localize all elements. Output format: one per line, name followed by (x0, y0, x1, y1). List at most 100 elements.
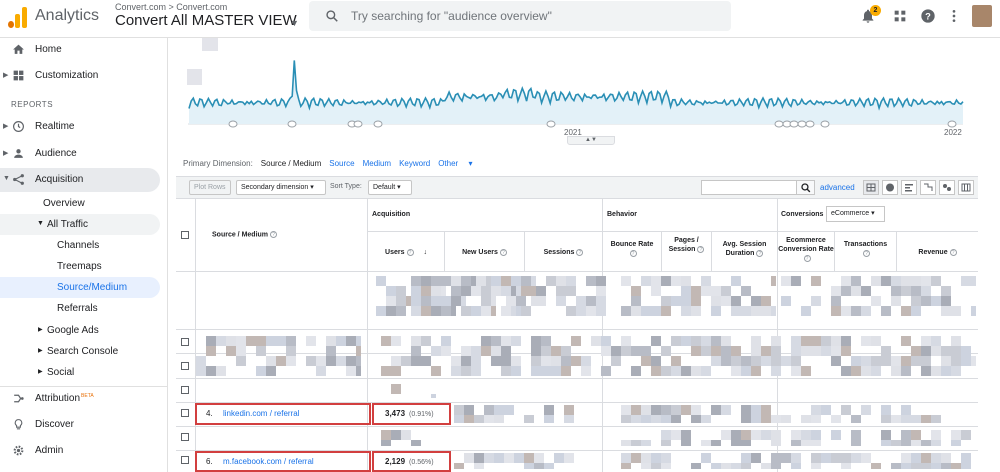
sidebar-item-realtime[interactable]: ▶ Realtime (0, 115, 160, 139)
column-header-users[interactable]: Users? ↓ (368, 248, 444, 257)
column-header-pages-session[interactable]: Pages / Session? (662, 236, 711, 254)
obscured-pixel (564, 415, 574, 423)
row-checkbox[interactable] (181, 456, 189, 464)
help-icon[interactable]: ? (863, 249, 870, 257)
sidebar-item-acquisition[interactable]: ▼ Acquisition (0, 168, 160, 192)
sidebar-item-treemaps[interactable]: Treemaps (0, 256, 160, 277)
sidebar-item-overview[interactable]: Overview (0, 193, 160, 214)
annotation-marker[interactable] (228, 120, 238, 128)
annotation-marker[interactable] (947, 120, 957, 128)
dimension-medium[interactable]: Medium (363, 159, 391, 168)
obscured-pixel (306, 356, 316, 366)
obscured-pixel (861, 306, 871, 316)
annotation-marker[interactable] (805, 120, 815, 128)
sidebar-item-referrals[interactable]: Referrals (0, 298, 160, 319)
annotation-marker[interactable] (287, 120, 297, 128)
column-header-ecommerce-conversion-rate[interactable]: Ecommerce Conversion Rate? (778, 236, 834, 263)
column-header-source-medium[interactable]: Source / Medium? (212, 231, 278, 238)
dimension-source[interactable]: Source (329, 159, 354, 168)
view-table-button[interactable] (863, 180, 879, 195)
column-header-sessions[interactable]: Sessions? (525, 248, 602, 257)
annotation-marker[interactable] (797, 120, 807, 128)
annotation-marker[interactable] (820, 120, 830, 128)
sidebar-item-discover[interactable]: Discover (0, 413, 160, 437)
plot-rows-button[interactable]: Plot Rows (189, 180, 231, 195)
annotation-marker[interactable] (774, 120, 784, 128)
account-breadcrumb[interactable]: Convert.com > Convert.com (115, 2, 227, 12)
help-icon[interactable]: ? (406, 248, 414, 256)
annotation-marker[interactable] (789, 120, 799, 128)
row-checkbox[interactable] (181, 362, 189, 370)
obscured-pixel (621, 346, 631, 356)
sidebar-item-search-console[interactable]: ▶ Search Console (0, 341, 160, 362)
help-icon[interactable]: ? (756, 249, 764, 257)
apps-grid-icon[interactable] (892, 8, 908, 24)
annotation-marker[interactable] (353, 120, 363, 128)
dimension-keyword[interactable]: Keyword (399, 159, 430, 168)
select-all-checkbox[interactable] (181, 231, 189, 239)
secondary-dimension-select[interactable]: Secondary dimension ▾ (236, 180, 326, 195)
sidebar-item-google-ads[interactable]: ▶ Google Ads (0, 320, 160, 341)
more-vert-icon[interactable] (946, 8, 962, 24)
row-checkbox[interactable] (181, 386, 189, 394)
sidebar-item-channels[interactable]: Channels (0, 235, 160, 256)
column-header-new-users[interactable]: New Users? (445, 248, 524, 257)
sidebar-item-attribution[interactable]: AttributionBETA (0, 387, 160, 411)
table-search-button[interactable] (796, 180, 815, 195)
help-icon[interactable]: ? (920, 8, 936, 24)
sidebar-item-customization[interactable]: ▶ Customization (0, 64, 160, 88)
obscured-pixel (451, 356, 461, 366)
advanced-filter-link[interactable]: advanced (820, 183, 855, 192)
sidebar-item-social[interactable]: ▶ Social (0, 362, 160, 383)
sidebar-item-admin[interactable]: Admin (0, 439, 160, 463)
obscured-pixel (651, 463, 661, 469)
column-header-revenue[interactable]: Revenue? (897, 248, 978, 257)
column-header-transactions[interactable]: Transactions? (835, 240, 896, 258)
help-icon[interactable]: ? (629, 249, 637, 257)
sessions-chart[interactable]: 2021 2022 (185, 38, 965, 145)
help-icon[interactable]: ? (499, 248, 507, 256)
view-performance-button[interactable] (901, 180, 917, 195)
chart-plot[interactable] (185, 40, 965, 135)
view-dropdown-caret-icon[interactable]: ▼ (290, 18, 299, 28)
obscured-pixel (821, 405, 831, 415)
obscured-pixel (641, 415, 651, 423)
conversions-goal-select[interactable]: eCommerce ▾ (826, 206, 885, 222)
table-filter-input[interactable] (701, 180, 797, 195)
app-name[interactable]: Analytics (35, 7, 99, 25)
sort-type-select[interactable]: Default ▾ (368, 180, 412, 195)
sidebar-item-audience[interactable]: ▶ Audience (0, 142, 160, 166)
obscured-pixel (761, 405, 771, 415)
obscured-pixel (481, 306, 491, 316)
sidebar-item-home[interactable]: Home (0, 38, 160, 62)
help-icon[interactable]: ? (697, 245, 705, 253)
obscured-pixel (356, 346, 361, 356)
annotation-marker[interactable] (546, 120, 556, 128)
help-icon[interactable]: ? (949, 248, 957, 256)
obscured-pixel (431, 286, 441, 296)
view-selector[interactable]: Convert All MASTER VIEW (115, 12, 297, 29)
help-icon[interactable]: ? (270, 231, 278, 238)
column-header-avg-session-duration[interactable]: Avg. Session Duration? (712, 240, 777, 258)
column-header-bounce-rate[interactable]: Bounce Rate? (603, 240, 661, 258)
annotation-marker[interactable] (373, 120, 383, 128)
analytics-logo-icon[interactable] (8, 6, 28, 28)
obscured-pixel (681, 366, 691, 376)
view-term-cloud-button[interactable] (939, 180, 955, 195)
avatar[interactable] (972, 5, 992, 27)
row-checkbox[interactable] (181, 433, 189, 441)
view-pie-button[interactable] (882, 180, 898, 195)
row-checkbox[interactable] (181, 409, 189, 417)
chart-collapse-handle[interactable]: ▲▼ (567, 136, 615, 145)
sidebar-item-source-medium[interactable]: Source/Medium (0, 277, 160, 298)
help-icon[interactable]: ? (803, 254, 811, 262)
global-search[interactable] (309, 1, 731, 31)
obscured-pixel (861, 286, 871, 296)
row-checkbox[interactable] (181, 338, 189, 346)
help-icon[interactable]: ? (576, 248, 584, 256)
view-pivot-button[interactable] (958, 180, 974, 195)
view-comparison-button[interactable] (920, 180, 936, 195)
sidebar-item-all-traffic[interactable]: ▼ All Traffic (0, 214, 160, 235)
search-input[interactable] (351, 7, 711, 25)
dimension-other[interactable]: Other ▾ (438, 159, 472, 168)
